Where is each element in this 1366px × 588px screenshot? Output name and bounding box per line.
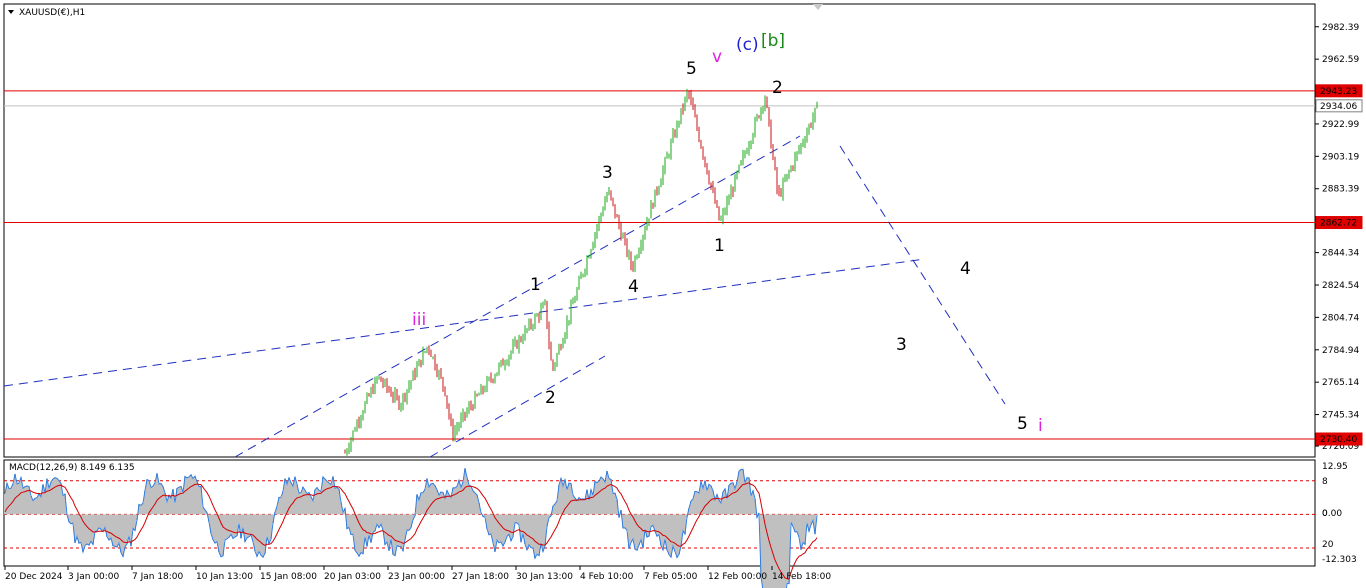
price-tick-label: 2824.54 — [1322, 281, 1359, 291]
time-tick-label: 7 Jan 18:00 — [132, 572, 184, 582]
wave-label: 1 — [714, 236, 725, 256]
time-tick-label: 4 Feb 10:00 — [580, 572, 634, 582]
macd-label: MACD(12,26,9) 8.149 6.135 — [9, 463, 135, 473]
symbol-label: XAUUSD(€),H1 — [19, 8, 85, 18]
macd-tick-label: 12.95 — [1322, 462, 1348, 472]
macd-tick-label: 20 — [1322, 540, 1334, 550]
wave-label: 5 — [1017, 414, 1028, 434]
time-tick-label: 23 Jan 00:00 — [388, 572, 445, 582]
wave-label: 5 — [686, 59, 697, 79]
time-tick-label: 27 Jan 18:00 — [452, 572, 509, 582]
macd-tick-label: -12.303 — [1322, 555, 1357, 565]
price-tag-label: 2862.72 — [1320, 219, 1357, 229]
time-tick-label: 12 Feb 00:00 — [708, 572, 767, 582]
time-tick-label: 15 Jan 08:00 — [260, 572, 317, 582]
price-chart[interactable]: 5v(c)[b]23141iii2435i 2982.392962.592943… — [0, 0, 1366, 588]
wave-label: 2 — [545, 388, 556, 408]
time-tick-label: 20 Jan 03:00 — [324, 572, 381, 582]
time-tick-label: 3 Jan 00:00 — [68, 572, 120, 582]
wave-label: (c) — [736, 35, 759, 55]
price-tick-label: 2982.39 — [1322, 23, 1359, 33]
time-tick-label: 30 Jan 13:00 — [516, 572, 573, 582]
wave-label: i — [1038, 416, 1043, 436]
time-tick-label: 10 Jan 13:00 — [196, 572, 253, 582]
price-tick-label: 2883.39 — [1322, 185, 1359, 195]
price-tag-label: 2730.40 — [1320, 435, 1357, 445]
time-axis: 20 Dec 2024 3 Jan 00:00 7 Jan 18:00 10 Jan … — [4, 566, 831, 582]
wave-label: 3 — [896, 335, 907, 355]
macd-tick-label: 8 — [1322, 477, 1328, 487]
price-tick-label: 2745.34 — [1322, 411, 1359, 421]
time-tick-label: 20 Dec 2024 — [5, 572, 63, 582]
wave-label: iii — [412, 310, 426, 330]
price-tick-label: 2784.94 — [1322, 346, 1359, 356]
price-tick-label: 2922.99 — [1322, 120, 1359, 130]
time-tick-label: 14 Feb 18:00 — [772, 572, 831, 582]
price-panel[interactable] — [3, 3, 1316, 458]
wave-label: v — [712, 47, 722, 67]
price-tag-label: 2943.23 — [1320, 87, 1357, 97]
price-tick-label: 2765.14 — [1322, 378, 1359, 388]
wave-label: 2 — [772, 78, 783, 98]
wave-label: 4 — [628, 277, 639, 297]
macd-axis: 12.95800.0020-12.303 — [1322, 462, 1357, 565]
price-tick-label: 2962.59 — [1322, 55, 1359, 65]
wave-label: 3 — [602, 163, 613, 183]
price-tick-label: 2804.74 — [1322, 313, 1359, 323]
price-tag-label: 2934.06 — [1320, 102, 1357, 112]
price-tick-label: 2903.19 — [1322, 152, 1359, 162]
wave-label: 1 — [530, 275, 541, 295]
time-tick-label: 7 Feb 05:00 — [644, 572, 698, 582]
wave-label: [b] — [761, 31, 785, 51]
price-tick-label: 2844.34 — [1322, 249, 1359, 259]
macd-tick-label: 0.00 — [1322, 509, 1342, 519]
price-tags: 2943.23 2934.06 2862.72 2730.40 — [1315, 84, 1363, 446]
wave-label: 4 — [960, 259, 971, 279]
